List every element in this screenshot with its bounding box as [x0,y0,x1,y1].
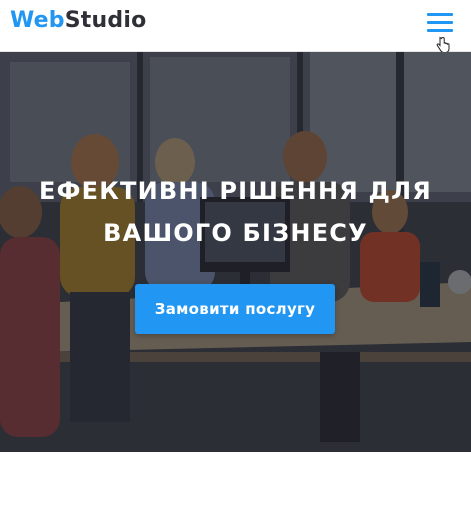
hero-title: ЕФЕКТИВНІ РІШЕННЯ ДЛЯ ВАШОГО БІЗНЕСУ [0,170,471,254]
order-service-button[interactable]: Замовити послугу [135,284,335,334]
hero-title-line-2: ВАШОГО БІЗНЕСУ [103,219,368,247]
hamburger-menu-icon[interactable] [427,13,453,33]
logo-part-studio: Studio [64,8,147,33]
logo-part-web: Web [10,8,65,33]
hero-section: ЕФЕКТИВНІ РІШЕННЯ ДЛЯ ВАШОГО БІЗНЕСУ Зам… [0,52,471,452]
site-header: WebStudio [0,0,471,53]
hero-title-line-1: ЕФЕКТИВНІ РІШЕННЯ ДЛЯ [39,177,432,205]
logo[interactable]: WebStudio [10,6,146,36]
